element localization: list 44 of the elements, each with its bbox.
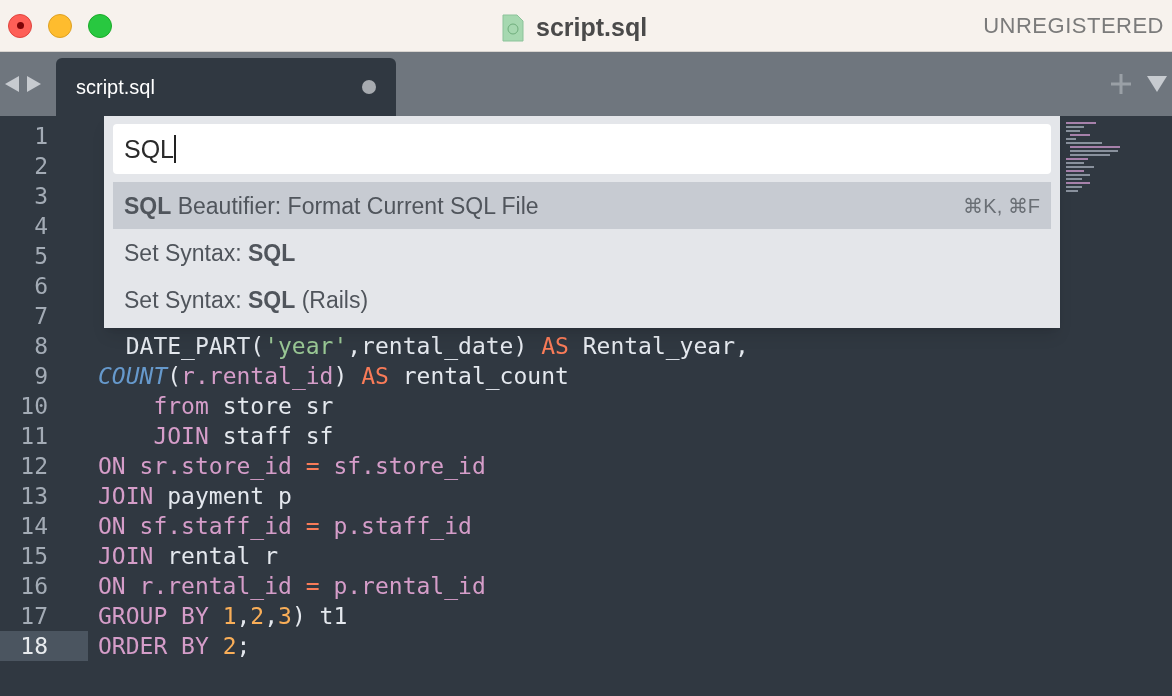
- code-line: ON sr.store_id = sf.store_id: [97, 452, 486, 481]
- line-number: 8: [33, 332, 49, 361]
- window-title: script.sql: [536, 12, 648, 43]
- zoom-window-button[interactable]: [88, 13, 112, 38]
- file-icon: [502, 13, 524, 42]
- command-item[interactable]: SQL Beautifier: Format Current SQL File ⌘K, ⌘F: [113, 182, 1051, 229]
- minimize-window-button[interactable]: [48, 13, 72, 38]
- command-item[interactable]: Set Syntax: SQL: [113, 229, 1051, 276]
- line-number: 12: [19, 452, 49, 481]
- code-line: JOIN rental r: [97, 542, 278, 571]
- close-window-button[interactable]: [8, 13, 32, 38]
- line-number: 5: [33, 242, 49, 271]
- line-number: 13: [19, 482, 49, 511]
- line-number: 14: [19, 512, 49, 541]
- registration-status: UNREGISTERED: [983, 12, 1164, 40]
- code-line: ON r.rental_id = p.rental_id: [97, 572, 486, 601]
- editor-tab[interactable]: script.sql: [56, 58, 396, 116]
- code-line: GROUP BY 1,2,3) t1: [97, 602, 348, 631]
- command-item[interactable]: Set Syntax: SQL (Rails): [113, 276, 1051, 323]
- line-number: 9: [33, 362, 49, 391]
- line-number: 4: [33, 212, 49, 241]
- command-input[interactable]: SQL: [113, 124, 1051, 174]
- line-number: 16: [19, 572, 49, 601]
- code-line: ON sf.staff_id = p.staff_id: [97, 512, 472, 541]
- line-number: 6: [33, 272, 49, 301]
- code-line: from store sr: [152, 392, 334, 421]
- code-line: JOIN staff sf: [152, 422, 334, 451]
- line-number: 3: [33, 182, 49, 211]
- code-line: JOIN payment p: [97, 482, 292, 511]
- line-number: 15: [19, 542, 49, 571]
- dropdown-triangle-icon[interactable]: [1146, 75, 1168, 93]
- line-number: 1: [33, 122, 49, 151]
- forward-arrow-icon[interactable]: [26, 75, 42, 93]
- line-number: 10: [19, 392, 49, 421]
- line-number: 17: [19, 602, 49, 631]
- line-number: 7: [33, 302, 49, 331]
- code-line: DATE_PART('year',rental_date) AS Rental_year,: [124, 332, 749, 361]
- code-line: ORDER BY 2;: [97, 632, 251, 661]
- line-number: 2: [33, 152, 49, 181]
- plus-icon[interactable]: [1110, 73, 1132, 95]
- line-number: 11: [19, 422, 49, 451]
- back-arrow-icon[interactable]: [4, 75, 20, 93]
- line-number: 18: [0, 631, 88, 661]
- code-line: COUNT(r.rental_id) AS rental_count: [97, 362, 569, 391]
